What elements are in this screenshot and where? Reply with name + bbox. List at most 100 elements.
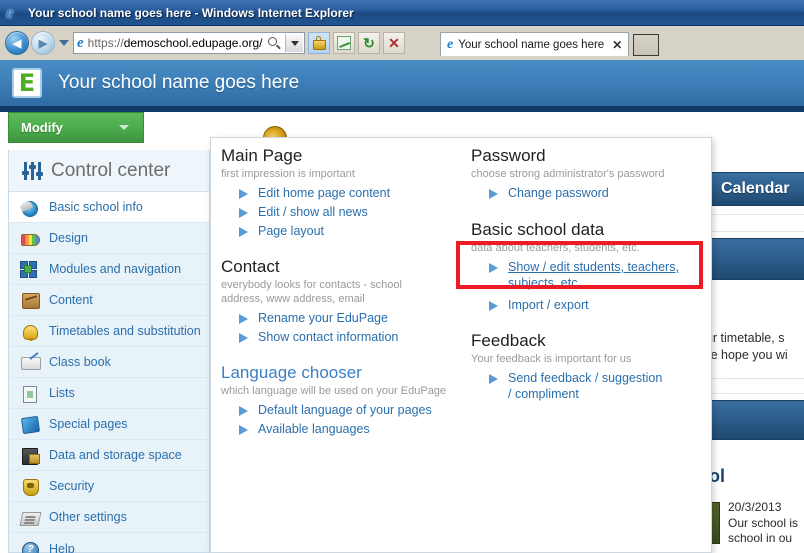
intro-paragraph-line-1: our timetable, s	[700, 331, 785, 345]
group-title: Language chooser	[221, 363, 362, 382]
list-icon	[19, 383, 41, 403]
menu-item-available-languages[interactable]: Available languages	[221, 421, 461, 437]
edupage-logo-icon: E	[12, 68, 42, 98]
control-center-header: Control center	[9, 150, 209, 192]
section-header-bar-1	[700, 238, 804, 280]
menu-item-change-password[interactable]: Change password	[471, 185, 707, 201]
back-button[interactable]: ◀	[5, 31, 29, 55]
group-subtitle: everybody looks for contacts - school ad…	[221, 279, 402, 305]
sidebar-item-label: Timetables and substitution	[49, 324, 201, 338]
sidebar-item-special-pages[interactable]: Special pages	[9, 409, 209, 440]
address-host: demoschool.edupage.org/	[123, 36, 263, 50]
arrow-right-icon	[239, 406, 248, 416]
sidebar-item-class-book[interactable]: Class book	[9, 347, 209, 378]
page-favicon-icon: e	[77, 34, 84, 51]
search-icon[interactable]	[266, 35, 282, 51]
menu-item-label: Import / export	[508, 298, 589, 312]
sidebar-item-label: Design	[49, 231, 88, 245]
sidebar-item-content[interactable]: Content	[9, 285, 209, 316]
sidebar-item-label: Lists	[49, 386, 75, 400]
menu-item-default-language-of-your-pages[interactable]: Default language of your pages	[221, 402, 461, 418]
back-arrow-icon: ◀	[12, 37, 22, 50]
address-dropdown-button[interactable]	[285, 34, 303, 52]
address-bar[interactable]: e https://demoschool.edupage.org/	[73, 32, 305, 54]
tab-favicon-icon: e	[447, 36, 454, 52]
sidebar-item-data-and-storage-space[interactable]: Data and storage space	[9, 440, 209, 471]
stop-icon: ✕	[388, 34, 400, 51]
refresh-button[interactable]: ↻	[358, 32, 380, 54]
section-header-bar-2	[700, 400, 804, 440]
sidebar-item-design[interactable]: Design	[9, 223, 209, 254]
sidebar-item-lists[interactable]: Lists	[9, 378, 209, 409]
modify-button-label: Modify	[21, 120, 63, 135]
group-title: Basic school data	[471, 220, 605, 239]
menu-item-show-edit-students-teachers-subjects[interactable]: Show / edit students, teachers, subjects…	[471, 259, 707, 291]
calendar-widget-header[interactable]: Calendar	[706, 172, 804, 206]
modify-button[interactable]: Modify	[8, 112, 144, 143]
content-icon	[19, 290, 41, 310]
menu-item-edit-show-all-news[interactable]: Edit / show all news	[221, 204, 461, 220]
site-header: E Your school name goes here	[0, 60, 804, 112]
group-language-chooser: Language chooser which language will be …	[221, 363, 461, 437]
browser-tab[interactable]: e Your school name goes here ✕	[440, 32, 630, 56]
compatibility-view-icon[interactable]	[333, 32, 355, 54]
sidebar-item-label: Modules and navigation	[49, 262, 182, 276]
forward-arrow-icon: ▶	[38, 37, 48, 50]
group-title: Feedback	[471, 331, 546, 350]
sidebar-item-security[interactable]: Security	[9, 471, 209, 502]
menu-item-send-feedback[interactable]: Send feedback / suggestion / compliment	[471, 370, 707, 402]
forward-button[interactable]: ▶	[31, 31, 55, 55]
menu-item-label: Edit / show all news	[258, 205, 368, 219]
widget-card-middle	[700, 378, 804, 394]
menu-item-edit-home-page-content[interactable]: Edit home page content	[221, 185, 461, 201]
arrow-right-icon	[239, 227, 248, 237]
recent-pages-dropdown-icon[interactable]	[59, 40, 69, 46]
arrow-right-icon	[239, 333, 248, 343]
group-main-page: Main Page first impression is important …	[221, 146, 461, 239]
lock-icon[interactable]	[308, 32, 330, 54]
menu-item-import-export[interactable]: Import / export	[471, 297, 707, 313]
sidebar-item-basic-school-info[interactable]: Basic school info	[9, 192, 209, 223]
sidebar-item-help[interactable]: ? Help	[9, 533, 209, 553]
sidebar-item-modules-and-navigation[interactable]: Modules and navigation	[9, 254, 209, 285]
stop-button[interactable]: ✕	[383, 32, 405, 54]
chevron-down-icon	[119, 125, 129, 130]
globe-icon	[19, 197, 41, 217]
special-pages-icon	[19, 414, 41, 435]
arrow-right-icon	[489, 189, 498, 199]
menu-item-label: Available languages	[258, 422, 370, 436]
address-scheme: https://	[87, 36, 124, 50]
storage-icon	[19, 445, 41, 465]
panel-left-column: Main Page first impression is important …	[221, 138, 461, 440]
sidebar-item-other-settings[interactable]: Other settings	[9, 502, 209, 533]
help-icon: ?	[19, 539, 41, 553]
arrow-right-icon	[239, 189, 248, 199]
panel-right-column: Password choose strong administrator's p…	[471, 138, 707, 405]
sidebar-item-label: Security	[49, 479, 95, 493]
sliders-icon	[22, 161, 43, 180]
window-title-bar: e Your school name goes here - Windows I…	[0, 0, 804, 26]
refresh-icon: ↻	[363, 34, 375, 51]
settings-icon	[19, 507, 42, 527]
control-center-title: Control center	[51, 159, 171, 181]
control-center-sidebar: Control center Basic school info Design …	[8, 150, 210, 553]
close-icon[interactable]: ✕	[612, 38, 622, 52]
group-password: Password choose strong administrator's p…	[471, 146, 707, 201]
menu-item-label: Show / edit students, teachers, subjects…	[508, 260, 679, 290]
sidebar-item-timetables-and-substitution[interactable]: Timetables and substitution	[9, 316, 209, 347]
arrow-right-icon	[489, 301, 498, 311]
menu-item-label: Default language of your pages	[258, 403, 432, 417]
internet-explorer-icon: e	[6, 2, 14, 22]
group-contact: Contact everybody looks for contacts - s…	[221, 257, 461, 345]
sidebar-item-label: Help	[49, 541, 75, 553]
address-bar-text: https://demoschool.edupage.org/	[88, 36, 263, 50]
menu-item-show-contact-information[interactable]: Show contact information	[221, 329, 461, 345]
arrow-right-icon	[239, 314, 248, 324]
menu-item-rename-your-edupage[interactable]: Rename your EduPage	[221, 310, 461, 326]
menu-item-page-layout[interactable]: Page layout	[221, 223, 461, 239]
tab-strip: e Your school name goes here ✕	[440, 30, 660, 56]
new-tab-button[interactable]	[633, 34, 660, 56]
group-title: Main Page	[221, 146, 303, 165]
tab-title: Your school name goes here	[458, 38, 605, 51]
window-title: Your school name goes here - Windows Int…	[28, 5, 354, 20]
